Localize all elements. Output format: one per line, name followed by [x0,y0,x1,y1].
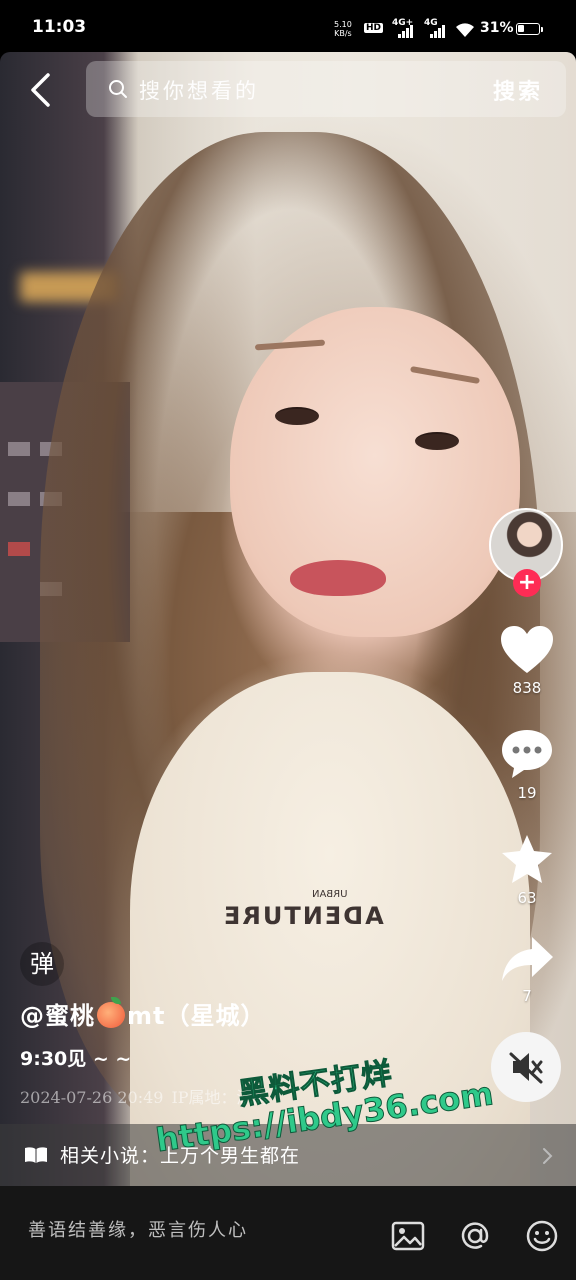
follow-plus-button[interactable]: + [513,569,541,597]
battery-percent: 31% [480,20,514,36]
heart-icon [501,626,553,673]
video-description[interactable]: 9:30见 ~ ~ [20,1044,131,1071]
author-name-suffix: mt（星城） [127,1002,266,1030]
douyin-video-screen: 11:03 5.10 KB/s HD 4G+ 4G 31% URBAN ADEΝ… [0,0,576,1280]
subject-eye-left [275,407,319,425]
like-count: 838 [512,679,542,697]
comment-button[interactable]: 19 [494,728,560,802]
sim1-signal-icon [398,24,416,38]
share-arrow-icon [502,937,553,981]
hd-voice-icon: HD [364,23,384,33]
search-icon [109,80,127,98]
subject-eye-right [415,432,459,450]
emoji-icon[interactable] [524,1218,560,1254]
like-button[interactable]: 838 [494,625,560,697]
favorite-count: 63 [517,889,537,907]
post-date: 2024-07-26 20:49 [20,1088,164,1107]
mention-at-icon[interactable] [457,1218,493,1254]
speaker-muted-icon [509,1052,543,1084]
battery-tip [541,27,543,32]
network-speed-value: 5.10 [334,20,352,29]
comment-count: 19 [517,784,537,802]
sim2-signal-icon [430,24,448,38]
status-time: 11:03 [32,17,87,37]
wifi-icon [456,23,474,37]
danmu-toggle-button[interactable]: 弹 [20,942,64,986]
subject-lips [290,560,386,596]
back-arrow-icon[interactable] [28,72,54,108]
image-picker-icon[interactable] [390,1218,426,1254]
favorite-button[interactable]: 63 [494,833,560,907]
peach-emoji-icon [97,997,125,1028]
search-placeholder: 搜你想看的 [139,79,259,103]
comment-input[interactable]: 善语结善缘，恶言伤人心 [28,1216,248,1242]
chevron-right-icon [543,1148,553,1164]
battery-icon [516,23,540,35]
book-icon [25,1147,47,1163]
status-bar: 11:03 5.10 KB/s HD 4G+ 4G 31% [0,0,576,52]
share-count: 7 [522,987,532,1005]
share-button[interactable]: 7 [494,935,560,1005]
author-name-prefix: @蜜桃 [20,1002,95,1030]
shirt-print-small: URBAN [312,889,348,900]
comment-bubble-icon [502,730,552,778]
mute-toggle-button[interactable] [491,1032,561,1102]
search-button[interactable]: 搜索 [493,74,543,106]
author-name[interactable]: @蜜桃 mt（星城） [20,996,265,1031]
shirt-print: ADEΝTURE [222,902,384,930]
network-speed-unit: KB/s [334,29,352,38]
network-speed: 5.10 KB/s [334,20,352,38]
star-icon [502,835,552,883]
